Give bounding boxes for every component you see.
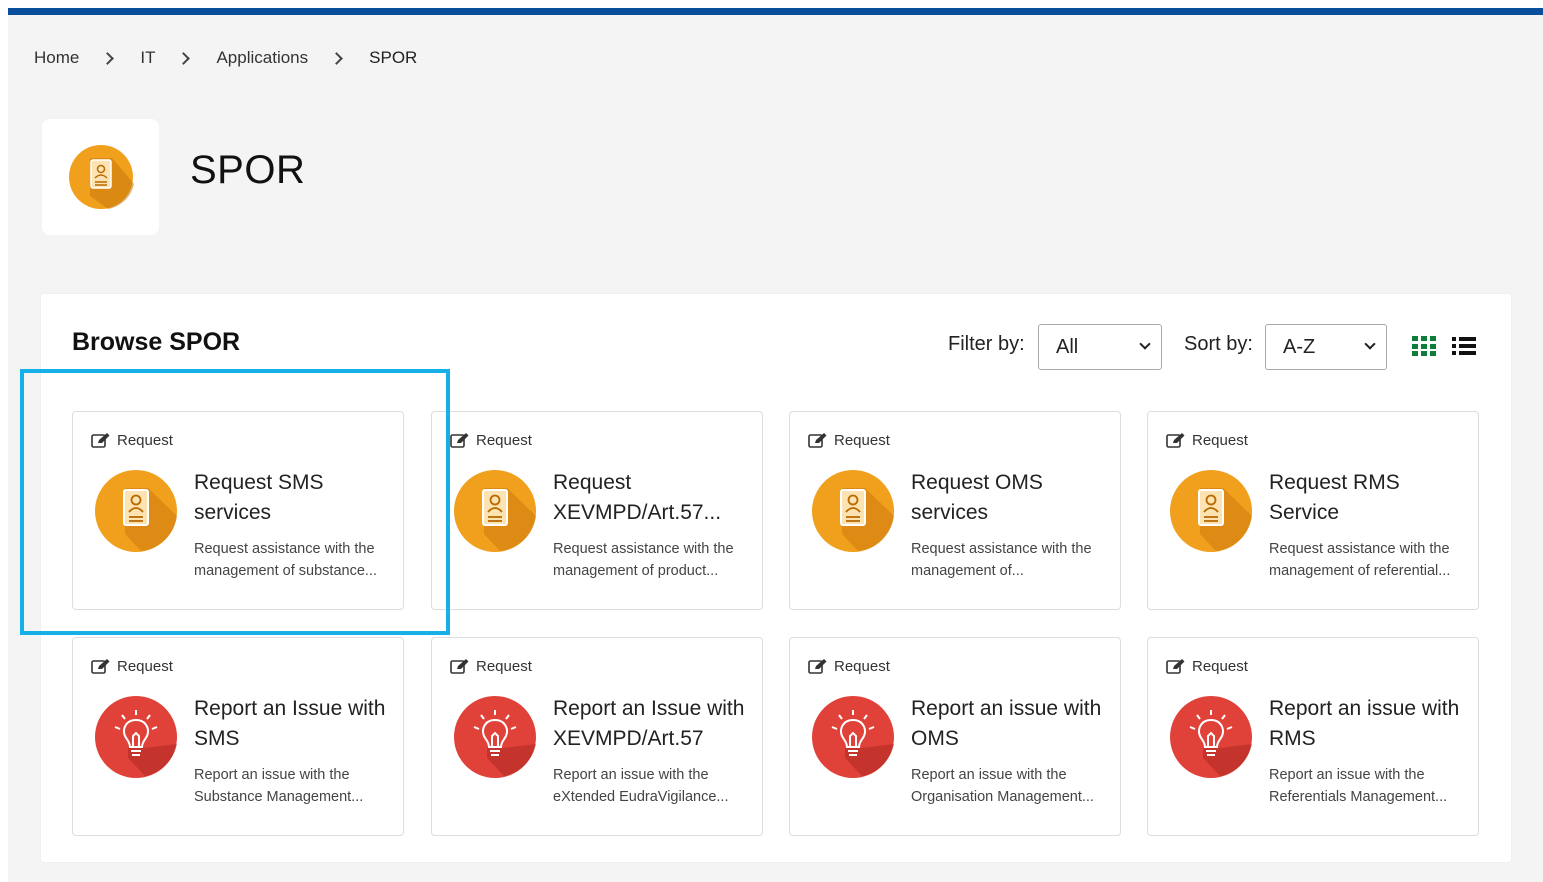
chevron-down-icon: [1139, 338, 1151, 350]
item-description: Request assistance with the management o…: [553, 541, 734, 579]
edit-icon: [450, 659, 469, 674]
item-icon: [95, 696, 177, 778]
chevron-down-icon: [1364, 338, 1376, 350]
item-type: Request: [808, 432, 890, 449]
item-type-label: Request: [476, 432, 532, 449]
left-edge: [0, 0, 8, 882]
lightbulb-icon: [454, 696, 536, 778]
item-title[interactable]: Report an issue with RMS: [1269, 694, 1469, 754]
edit-icon: [1166, 433, 1185, 448]
item-title[interactable]: Report an Issue with XEVMPD/Art.57: [553, 694, 753, 754]
item-description: Report an issue with the Substance Manag…: [194, 767, 364, 805]
item-description: Report an issue with the eXtended EudraV…: [553, 767, 729, 805]
sort-label: Sort by:: [1184, 333, 1253, 355]
filter-label: Filter by:: [948, 333, 1025, 355]
item-type: Request: [450, 658, 532, 675]
chevron-right-icon: [101, 51, 115, 65]
item-title[interactable]: Report an issue with OMS: [911, 694, 1111, 754]
item-description: Report an issue with the Organisation Ma…: [911, 767, 1094, 805]
item-description: Request assistance with the management o…: [911, 541, 1092, 579]
chevron-right-icon: [330, 51, 344, 65]
sort-select[interactable]: A-Z: [1265, 324, 1387, 370]
item-type: Request: [91, 658, 173, 675]
address-book-icon: [68, 145, 134, 209]
grid-view-icon[interactable]: [1412, 336, 1436, 356]
item-icon: [454, 470, 536, 552]
catalog-item-card[interactable]: Request Report an issue with OMS Report a…: [789, 637, 1121, 836]
browse-title: Browse SPOR: [72, 328, 241, 356]
lightbulb-icon: [1170, 696, 1252, 778]
catalog-item-card[interactable]: Request Report an issue with RMS Report a…: [1147, 637, 1479, 836]
item-type: Request: [1166, 432, 1248, 449]
catalog-item-card[interactable]: Request Report an Issue with SMS Report a…: [72, 637, 404, 836]
catalog-item-card[interactable]: Request Report an Issue with XEVMPD/Art.…: [431, 637, 763, 836]
item-type: Request: [1166, 658, 1248, 675]
sort-select-value: A-Z: [1283, 335, 1316, 358]
breadcrumb: Home IT Applications SPOR: [34, 48, 417, 68]
top-accent-bar: [0, 8, 1543, 15]
page-title: SPOR: [190, 148, 306, 192]
lightbulb-icon: [95, 696, 177, 778]
item-type-label: Request: [476, 658, 532, 675]
top-strip: [0, 0, 1543, 8]
list-view-icon[interactable]: [1452, 336, 1476, 356]
edit-icon: [808, 659, 827, 674]
breadcrumb-home[interactable]: Home: [34, 48, 79, 68]
breadcrumb-applications[interactable]: Applications: [216, 48, 308, 68]
chevron-right-icon: [177, 51, 191, 65]
edit-icon: [91, 659, 110, 674]
item-type-label: Request: [834, 432, 890, 449]
item-icon: [812, 696, 894, 778]
catalog-item-card[interactable]: Request Request XEVMPD/Art.57... Request …: [431, 411, 763, 610]
item-description: Report an issue with the Referentials Ma…: [1269, 767, 1448, 805]
address-book-icon: [454, 470, 536, 552]
catalog-item-card[interactable]: Request Request RMS Service Request assis…: [1147, 411, 1479, 610]
filter-select[interactable]: All: [1038, 324, 1162, 370]
item-icon: [1170, 470, 1252, 552]
item-icon: [1170, 696, 1252, 778]
item-title[interactable]: Request XEVMPD/Art.57...: [553, 468, 753, 528]
item-type: Request: [808, 658, 890, 675]
catalog-item-card[interactable]: Request Request OMS services Request assi…: [789, 411, 1121, 610]
selection-highlight: [20, 369, 450, 635]
item-type-label: Request: [1192, 432, 1248, 449]
filter-select-value: All: [1056, 335, 1079, 358]
edit-icon: [450, 433, 469, 448]
item-title[interactable]: Request OMS services: [911, 468, 1111, 528]
item-description: Request assistance with the management o…: [1269, 541, 1451, 579]
item-title[interactable]: Report an Issue with SMS: [194, 694, 394, 754]
item-type: Request: [450, 432, 532, 449]
address-book-icon: [1170, 470, 1252, 552]
item-type-label: Request: [117, 658, 173, 675]
item-type-label: Request: [834, 658, 890, 675]
lightbulb-icon: [812, 696, 894, 778]
item-icon: [454, 696, 536, 778]
breadcrumb-current: SPOR: [369, 48, 418, 67]
catalog-icon-box: [42, 119, 159, 235]
breadcrumb-it[interactable]: IT: [140, 48, 155, 68]
item-title[interactable]: Request RMS Service: [1269, 468, 1469, 528]
edit-icon: [1166, 659, 1185, 674]
address-book-icon: [812, 470, 894, 552]
item-type-label: Request: [1192, 658, 1248, 675]
edit-icon: [808, 433, 827, 448]
item-icon: [812, 470, 894, 552]
